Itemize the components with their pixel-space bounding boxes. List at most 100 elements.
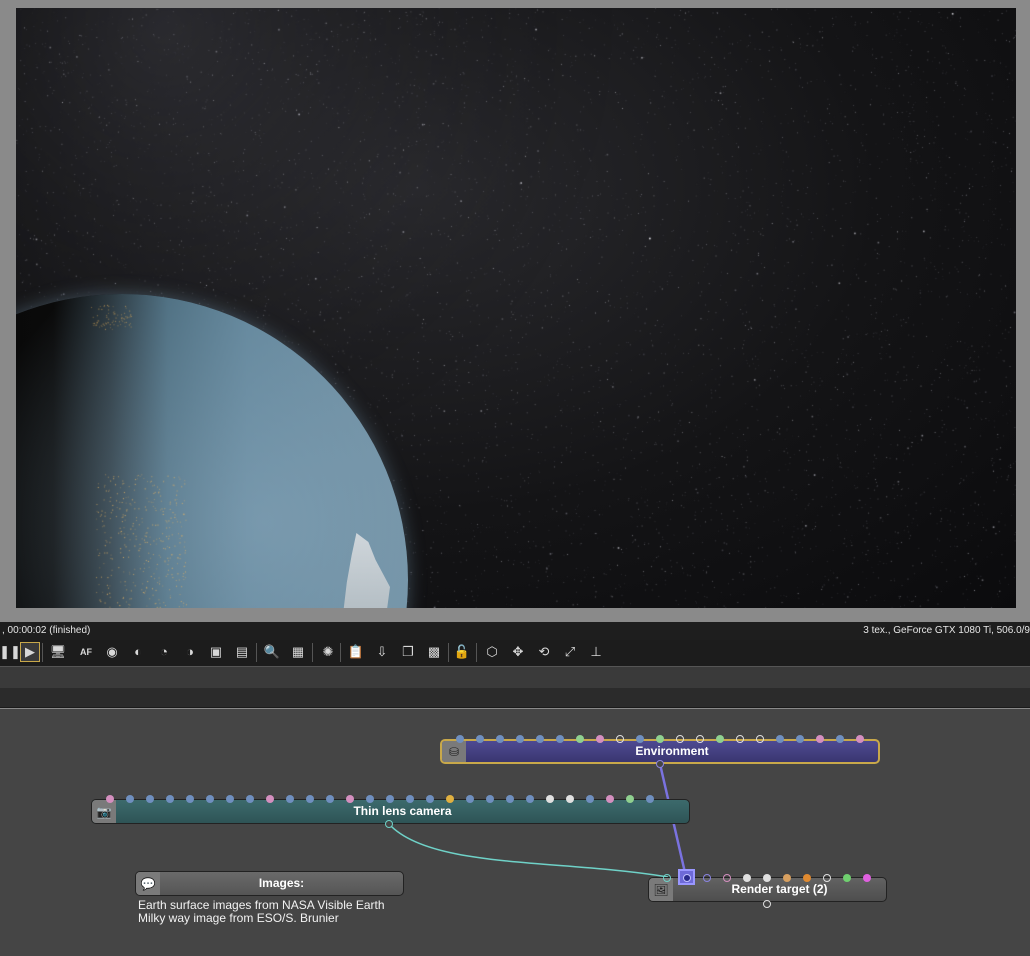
node-graph-editor[interactable]: ⛁ Environment 📷 Thin lens camera 💬 Image… xyxy=(0,709,1030,956)
input-pin[interactable] xyxy=(246,795,254,803)
render-viewport[interactable] xyxy=(16,8,1016,608)
render-region-icon[interactable]: ▤ xyxy=(232,642,252,662)
input-pin[interactable] xyxy=(716,735,724,743)
input-pin[interactable] xyxy=(663,874,671,882)
comment-text: Earth surface images from NASA Visible E… xyxy=(138,899,385,925)
move-icon[interactable]: ✥ xyxy=(508,642,528,662)
input-pin[interactable] xyxy=(186,795,194,803)
input-pin[interactable] xyxy=(546,795,554,803)
output-pin[interactable] xyxy=(763,900,771,908)
fit-icon[interactable]: ⤢ xyxy=(560,642,580,662)
input-pin[interactable] xyxy=(466,795,474,803)
input-pin[interactable] xyxy=(326,795,334,803)
input-pin[interactable] xyxy=(626,795,634,803)
input-pin[interactable] xyxy=(816,735,824,743)
input-pin[interactable] xyxy=(656,735,664,743)
input-pin[interactable] xyxy=(586,795,594,803)
input-pin[interactable] xyxy=(526,795,534,803)
input-pin[interactable] xyxy=(676,735,684,743)
input-pin[interactable] xyxy=(856,735,864,743)
input-pin[interactable] xyxy=(743,874,751,882)
input-pin[interactable] xyxy=(736,735,744,743)
input-pin[interactable] xyxy=(636,735,644,743)
input-pin[interactable] xyxy=(763,874,771,882)
input-pin[interactable] xyxy=(703,874,711,882)
input-pin[interactable] xyxy=(616,735,624,743)
input-pin[interactable] xyxy=(723,874,731,882)
output-pin[interactable] xyxy=(385,820,393,828)
play-icon[interactable]: ▶ xyxy=(20,642,40,662)
input-pin[interactable] xyxy=(843,874,851,882)
node-graph-toolbar xyxy=(0,666,1030,688)
export-icon[interactable]: ⇩ xyxy=(372,642,392,662)
input-pin[interactable] xyxy=(696,735,704,743)
input-pin[interactable] xyxy=(476,735,484,743)
input-pin[interactable] xyxy=(386,795,394,803)
input-pin[interactable] xyxy=(536,735,544,743)
rotate-icon[interactable]: ⟲ xyxy=(534,642,554,662)
input-pin[interactable] xyxy=(486,795,494,803)
camera-target-icon[interactable]: ◑ xyxy=(180,642,200,662)
display-icon[interactable]: 🖥 xyxy=(48,642,68,662)
input-pin[interactable] xyxy=(646,795,654,803)
toolbar-separator xyxy=(312,643,313,662)
comment-node[interactable]: 💬 Images: xyxy=(135,871,404,896)
zoom-icon[interactable]: 🔍 xyxy=(262,642,282,662)
object-picker-icon[interactable]: ◔ xyxy=(154,642,174,662)
input-pin[interactable] xyxy=(496,735,504,743)
input-pin[interactable] xyxy=(803,874,811,882)
toolbar-separator xyxy=(256,643,257,662)
axis-icon[interactable]: ⊥ xyxy=(586,642,606,662)
input-pin[interactable] xyxy=(366,795,374,803)
input-pin[interactable] xyxy=(206,795,214,803)
region-icon[interactable]: ▣ xyxy=(206,642,226,662)
input-pin[interactable] xyxy=(836,735,844,743)
input-pin[interactable] xyxy=(286,795,294,803)
input-pin[interactable] xyxy=(576,735,584,743)
input-pin[interactable] xyxy=(506,795,514,803)
input-pin[interactable] xyxy=(606,795,614,803)
layers-icon[interactable]: ❐ xyxy=(398,642,418,662)
cube-icon[interactable]: ⬡ xyxy=(482,642,502,662)
toolbar-separator xyxy=(42,643,43,662)
checker-icon[interactable]: ▩ xyxy=(424,642,444,662)
render-status-text: , 00:00:02 (finished) xyxy=(2,625,91,636)
input-pin[interactable] xyxy=(306,795,314,803)
clipboard-icon[interactable]: 📋 xyxy=(346,642,366,662)
camera-node-title: Thin lens camera xyxy=(353,804,452,818)
input-pin[interactable] xyxy=(266,795,274,803)
input-pin[interactable] xyxy=(796,735,804,743)
af-icon[interactable]: AF xyxy=(76,642,96,662)
pause-icon[interactable]: ❚❚ xyxy=(0,642,21,662)
input-pin[interactable] xyxy=(426,795,434,803)
input-pin[interactable] xyxy=(146,795,154,803)
input-pin[interactable] xyxy=(406,795,414,803)
lock-icon[interactable]: 🔓 xyxy=(452,642,472,662)
input-pin[interactable] xyxy=(166,795,174,803)
input-pin[interactable] xyxy=(566,795,574,803)
color-picker-icon[interactable]: ◉ xyxy=(102,642,122,662)
input-pin[interactable] xyxy=(446,795,454,803)
input-pin[interactable] xyxy=(346,795,354,803)
input-pin[interactable] xyxy=(863,874,871,882)
input-pin[interactable] xyxy=(596,735,604,743)
input-pin[interactable] xyxy=(126,795,134,803)
input-pin[interactable] xyxy=(456,735,464,743)
material-picker-icon[interactable]: ◐ xyxy=(128,642,148,662)
input-pin[interactable] xyxy=(783,874,791,882)
input-pin[interactable] xyxy=(756,735,764,743)
camera-icon: 📷 xyxy=(92,800,116,823)
input-pin[interactable] xyxy=(776,735,784,743)
environment-node-title: Environment xyxy=(635,744,709,758)
input-pin[interactable] xyxy=(226,795,234,803)
input-pin[interactable] xyxy=(106,795,114,803)
input-pin[interactable] xyxy=(683,874,691,882)
input-pin[interactable] xyxy=(516,735,524,743)
speed-icon[interactable]: ✺ xyxy=(318,642,338,662)
pattern-icon[interactable]: ▦ xyxy=(288,642,308,662)
device-status-text: 3 tex., GeForce GTX 1080 Ti, 506.0/9 xyxy=(863,625,1030,636)
input-pin[interactable] xyxy=(556,735,564,743)
status-bar: , 00:00:02 (finished) 3 tex., GeForce GT… xyxy=(0,622,1030,640)
output-pin[interactable] xyxy=(656,760,664,768)
input-pin[interactable] xyxy=(823,874,831,882)
